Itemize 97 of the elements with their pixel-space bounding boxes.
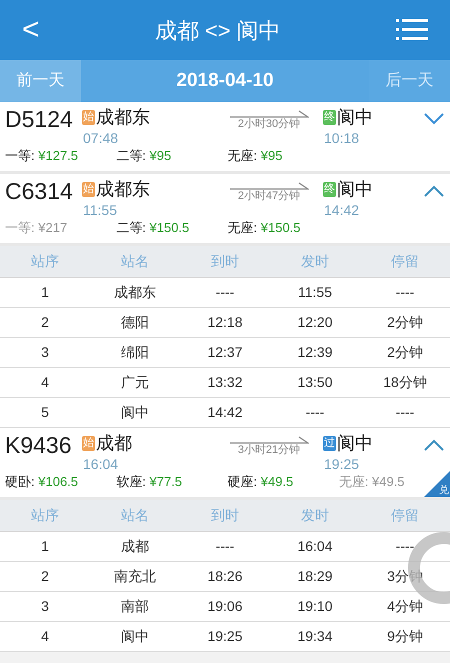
origin-badge: 始 — [82, 436, 95, 450]
duration-text: 2小时30分钟 — [238, 118, 300, 131]
table-cell-text: 成都 — [120, 537, 150, 556]
station-name: 成都 — [96, 432, 132, 455]
arrival-time: 10:18 — [323, 130, 360, 146]
column-header: 停留 — [390, 252, 420, 271]
table-cell-text: 13:50 — [296, 373, 334, 392]
table-cell-text: 2 — [40, 567, 50, 586]
table-cell-text: 南充北 — [113, 567, 157, 586]
date-label: 2018-04-10 — [175, 68, 275, 93]
table-cell-text: 12:37 — [206, 343, 244, 362]
table-cell-text: ---- — [394, 403, 416, 422]
table-cell-text: 3 — [40, 597, 50, 616]
seat-price: 一等: ¥127.5 — [5, 148, 78, 164]
table-cell-text: 18:26 — [206, 567, 244, 586]
seat-price: 无座: ¥49.5 — [338, 474, 405, 490]
column-header: 站名 — [120, 252, 150, 271]
table-cell-text: 3 — [40, 343, 50, 362]
table-cell-text: ---- — [304, 403, 326, 422]
table-cell-text: ---- — [214, 537, 236, 556]
table-cell-text: 1 — [40, 283, 50, 302]
column-header: 站名 — [120, 506, 150, 525]
table-cell-text: 18分钟 — [382, 373, 428, 392]
table-cell-text: 4 — [40, 373, 50, 392]
table-cell-text: 2 — [40, 313, 50, 332]
back-button[interactable]: < — [22, 15, 40, 45]
arrival-time: 14:42 — [323, 202, 360, 218]
column-header: 站序 — [30, 252, 60, 271]
table-cell-text: 11:55 — [297, 283, 333, 302]
table-cell-text: 13:32 — [206, 373, 244, 392]
station-name: 阆中 — [337, 106, 373, 129]
seat-price: 硬卧: ¥106.5 — [5, 474, 78, 490]
table-cell-text: 南部 — [120, 597, 150, 616]
origin-badge: 始 — [82, 110, 95, 124]
column-header: 站序 — [30, 506, 60, 525]
table-cell-text: 绵阳 — [120, 343, 150, 362]
table-cell-text: 14:42 — [206, 403, 244, 422]
train-number: K9436 — [5, 431, 73, 460]
destination-badge: 终 — [323, 110, 336, 124]
origin-badge: 始 — [82, 182, 95, 196]
window-title: 成都 <> 阆中 — [154, 16, 281, 44]
train-number: C6314 — [5, 177, 74, 206]
chevron-up-icon[interactable] — [423, 184, 445, 198]
menu-icon[interactable] — [396, 18, 428, 42]
table-cell-text: 19:34 — [296, 627, 334, 646]
column-header: 到时 — [210, 252, 240, 271]
table-cell-text: 广元 — [120, 373, 150, 392]
table-cell-text: 12:39 — [296, 343, 334, 362]
table-cell-text: 成都东 — [113, 283, 157, 302]
table-cell-text: 2分钟 — [386, 343, 424, 362]
destination-badge: 终 — [323, 182, 336, 196]
chevron-down-icon[interactable] — [423, 112, 445, 126]
duration-text: 3小时21分钟 — [238, 444, 300, 457]
departure-time: 07:48 — [82, 130, 120, 146]
station-name: 阆中 — [337, 432, 373, 455]
table-cell-text: 18:29 — [296, 567, 334, 586]
chevron-up-icon[interactable] — [423, 438, 445, 452]
table-cell-text: 1 — [40, 537, 50, 556]
table-cell-text: 德阳 — [120, 313, 150, 332]
arrival-time: 19:25 — [323, 456, 360, 472]
table-cell-text: 4分钟 — [386, 597, 424, 616]
column-header: 到时 — [210, 506, 240, 525]
table-cell-text: 4 — [40, 627, 50, 646]
table-cell-text: 16:04 — [296, 537, 334, 556]
table-cell-text: ---- — [214, 283, 236, 302]
seat-price: 二等: ¥95 — [116, 148, 172, 164]
table-cell-text: 19:25 — [206, 627, 244, 646]
seat-price: 硬座: ¥49.5 — [228, 474, 294, 490]
departure-time: 11:55 — [82, 202, 118, 218]
table-cell-text: 5 — [40, 403, 50, 422]
column-header: 发时 — [300, 252, 330, 271]
table-cell-text: 阆中 — [120, 403, 150, 422]
table-cell-text: 9分钟 — [386, 627, 424, 646]
seat-price: 一等: ¥217 — [5, 220, 68, 236]
train-number: D5124 — [5, 105, 74, 134]
seat-price: 二等: ¥150.5 — [116, 220, 190, 236]
table-cell-text: 阆中 — [120, 627, 150, 646]
duration-text: 2小时47分钟 — [238, 190, 300, 203]
table-cell-text: 2分钟 — [386, 313, 424, 332]
seat-price: 无座: ¥150.5 — [228, 220, 301, 236]
station-name: 阆中 — [337, 178, 373, 201]
station-name: 成都东 — [96, 178, 150, 201]
table-cell-text: 12:18 — [206, 313, 244, 332]
table-cell-text: ---- — [394, 537, 416, 556]
station-name: 成都东 — [96, 106, 150, 129]
table-cell-text: ---- — [394, 283, 416, 302]
destination-badge: 过 — [323, 436, 336, 450]
table-cell-text: 3分钟 — [386, 567, 424, 586]
corner-badge: 兑 — [424, 471, 450, 497]
column-header: 停留 — [390, 506, 420, 525]
table-cell-text: 19:06 — [206, 597, 244, 616]
table-cell-text: 19:10 — [296, 597, 334, 616]
table-cell-text: 12:20 — [296, 313, 334, 332]
departure-time: 16:04 — [82, 456, 120, 472]
seat-price: 无座: ¥95 — [228, 148, 282, 164]
column-header: 发时 — [300, 506, 330, 525]
seat-price: 软座: ¥77.5 — [116, 474, 182, 490]
